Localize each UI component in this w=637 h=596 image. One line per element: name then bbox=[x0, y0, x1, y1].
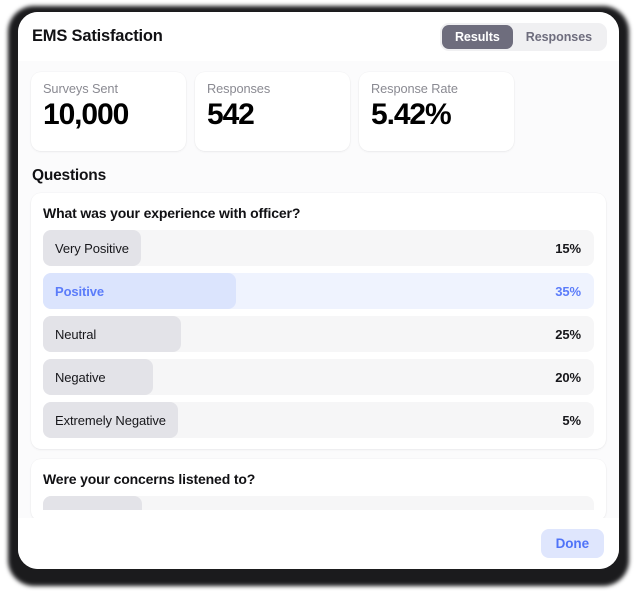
stat-label: Surveys Sent bbox=[43, 81, 174, 96]
answer-bar-fill bbox=[43, 496, 142, 510]
answer-label: Neutral bbox=[43, 327, 96, 342]
dialog-scroll-area[interactable]: Surveys Sent 10,000 Responses 542 Respon… bbox=[18, 61, 619, 518]
done-button[interactable]: Done bbox=[541, 529, 604, 558]
stat-label: Responses bbox=[207, 81, 338, 96]
answer-row[interactable]: Neutral 25% bbox=[43, 316, 594, 352]
answer-label: Positive bbox=[43, 284, 104, 299]
questions-section-heading: Questions bbox=[32, 167, 606, 185]
stat-value: 5.42% bbox=[371, 97, 502, 132]
question-card: Were your concerns listened to? bbox=[31, 459, 606, 518]
stat-card-surveys-sent: Surveys Sent 10,000 bbox=[31, 72, 186, 151]
answer-percent: 20% bbox=[555, 370, 581, 385]
answer-row[interactable]: Negative 20% bbox=[43, 359, 594, 395]
answer-percent: 15% bbox=[555, 241, 581, 256]
answer-label: Extremely Negative bbox=[43, 413, 166, 428]
answer-row[interactable]: Positive 35% bbox=[43, 273, 594, 309]
answer-percent: 35% bbox=[555, 284, 581, 299]
dialog-footer: Done bbox=[18, 518, 619, 569]
question-text: Were your concerns listened to? bbox=[43, 471, 594, 487]
stat-card-response-rate: Response Rate 5.42% bbox=[359, 72, 514, 151]
summary-stats-row: Surveys Sent 10,000 Responses 542 Respon… bbox=[31, 72, 606, 151]
stat-label: Response Rate bbox=[371, 81, 502, 96]
tab-results[interactable]: Results bbox=[442, 25, 513, 49]
answer-row[interactable]: Very Positive 15% bbox=[43, 230, 594, 266]
stat-value: 542 bbox=[207, 97, 338, 132]
dialog-header: EMS Satisfaction Results Responses bbox=[18, 12, 619, 61]
results-responses-segmented-control[interactable]: Results Responses bbox=[440, 23, 607, 51]
answer-row[interactable] bbox=[43, 496, 594, 510]
stat-value: 10,000 bbox=[43, 97, 174, 132]
dialog-title: EMS Satisfaction bbox=[32, 27, 163, 46]
survey-results-dialog: EMS Satisfaction Results Responses Surve… bbox=[18, 12, 619, 569]
answer-label: Negative bbox=[43, 370, 106, 385]
tab-responses[interactable]: Responses bbox=[513, 25, 605, 49]
answer-percent: 25% bbox=[555, 327, 581, 342]
clipped-answer-region bbox=[43, 496, 594, 510]
question-text: What was your experience with officer? bbox=[43, 205, 594, 221]
answer-label: Very Positive bbox=[43, 241, 129, 256]
answer-percent: 5% bbox=[562, 413, 581, 428]
stat-card-responses: Responses 542 bbox=[195, 72, 350, 151]
question-card: What was your experience with officer? V… bbox=[31, 193, 606, 449]
answer-row[interactable]: Extremely Negative 5% bbox=[43, 402, 594, 438]
